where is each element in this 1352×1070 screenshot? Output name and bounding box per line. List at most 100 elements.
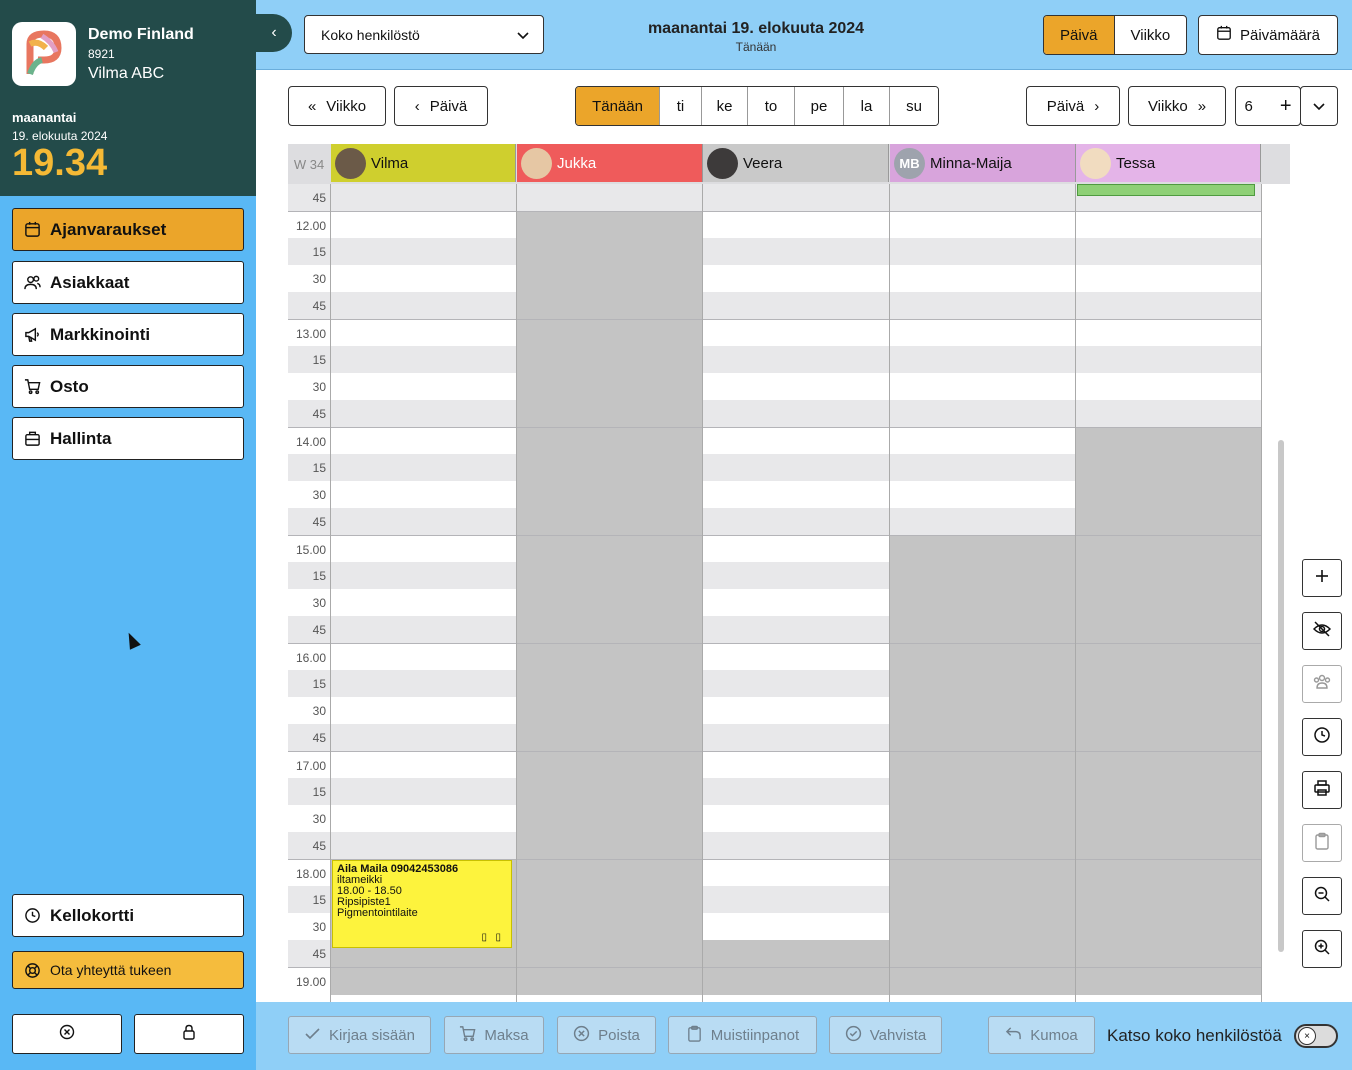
time-slot[interactable] <box>1076 454 1261 481</box>
notes-button[interactable]: Muistiinpanot <box>668 1016 817 1054</box>
timecard-button[interactable]: Kellokortti <box>12 894 244 937</box>
time-slot[interactable] <box>331 536 516 563</box>
time-slot[interactable] <box>1076 697 1261 724</box>
time-slot[interactable] <box>331 670 516 697</box>
time-slot[interactable] <box>1076 913 1261 940</box>
time-slot[interactable] <box>1076 644 1261 671</box>
time-slot[interactable] <box>1076 752 1261 779</box>
time-slot[interactable] <box>703 428 889 455</box>
time-slot[interactable] <box>890 832 1076 859</box>
nav-ajanvaraukset[interactable]: Ajanvaraukset <box>12 208 244 251</box>
time-slot[interactable] <box>331 832 516 859</box>
time-slot[interactable] <box>703 616 889 643</box>
day-to[interactable]: to <box>747 87 794 125</box>
time-slot[interactable] <box>703 670 889 697</box>
time-slot[interactable] <box>703 508 889 535</box>
time-slot[interactable] <box>703 346 889 373</box>
time-slot[interactable] <box>517 428 703 455</box>
time-slot[interactable] <box>890 400 1076 427</box>
time-slot[interactable] <box>331 212 516 239</box>
time-slot[interactable] <box>517 644 703 671</box>
time-slot[interactable] <box>1076 724 1261 751</box>
time-slot[interactable] <box>703 373 889 400</box>
time-slot[interactable] <box>1076 292 1261 319</box>
time-slot[interactable] <box>331 724 516 751</box>
time-slot[interactable] <box>1076 886 1261 913</box>
time-slot[interactable] <box>517 832 703 859</box>
time-slot[interactable] <box>890 860 1076 887</box>
checkin-button[interactable]: Kirjaa sisään <box>288 1016 431 1054</box>
time-slot[interactable] <box>517 616 703 643</box>
time-slot[interactable] <box>331 346 516 373</box>
time-slot[interactable] <box>517 860 703 887</box>
time-slot[interactable] <box>517 562 703 589</box>
time-slot[interactable] <box>1076 968 1261 995</box>
time-slot[interactable] <box>331 428 516 455</box>
staff-column-minna-maija[interactable]: MB Minna-Maija <box>890 144 1076 182</box>
time-slot[interactable] <box>517 886 703 913</box>
time-slot[interactable] <box>517 589 703 616</box>
time-slot[interactable] <box>703 454 889 481</box>
time-slot[interactable] <box>517 238 703 265</box>
time-slot[interactable] <box>890 346 1076 373</box>
nav-osto[interactable]: Osto <box>12 365 244 408</box>
time-slot[interactable] <box>517 913 703 940</box>
time-slot[interactable] <box>517 968 703 995</box>
time-slot[interactable] <box>331 320 516 347</box>
delete-button[interactable]: Poista <box>557 1016 656 1054</box>
time-slot[interactable] <box>517 536 703 563</box>
group-button[interactable] <box>1302 665 1342 703</box>
time-slot[interactable] <box>890 292 1076 319</box>
time-slot[interactable] <box>517 805 703 832</box>
time-slot[interactable] <box>331 968 516 995</box>
view-day-button[interactable]: Päivä <box>1044 16 1114 54</box>
staff-column-veera[interactable]: Veera <box>703 144 889 182</box>
time-slot[interactable] <box>703 752 889 779</box>
time-slot[interactable] <box>1076 670 1261 697</box>
time-slot[interactable] <box>331 400 516 427</box>
prev-day-button[interactable]: ‹ Päivä <box>394 86 488 126</box>
time-slot[interactable] <box>703 292 889 319</box>
hide-button[interactable] <box>1302 612 1342 650</box>
time-slot[interactable] <box>890 536 1076 563</box>
time-slot[interactable] <box>331 292 516 319</box>
time-slot[interactable] <box>890 968 1076 995</box>
time-slot[interactable] <box>890 752 1076 779</box>
nav-asiakkaat[interactable]: Asiakkaat <box>12 261 244 304</box>
time-slot[interactable] <box>517 454 703 481</box>
time-slot[interactable] <box>331 562 516 589</box>
time-slot[interactable] <box>517 508 703 535</box>
time-slot[interactable] <box>890 940 1076 967</box>
time-slot[interactable] <box>1076 616 1261 643</box>
time-slot[interactable] <box>890 184 1076 211</box>
time-slot[interactable] <box>890 697 1076 724</box>
time-slot[interactable] <box>1076 265 1261 292</box>
nav-markkinointi[interactable]: Markkinointi <box>12 313 244 356</box>
time-slot[interactable] <box>703 886 889 913</box>
print-button[interactable] <box>1302 771 1342 809</box>
time-slot[interactable] <box>890 886 1076 913</box>
time-slot[interactable] <box>890 616 1076 643</box>
nav-hallinta[interactable]: Hallinta <box>12 417 244 460</box>
time-slot[interactable] <box>1076 373 1261 400</box>
time-slot[interactable] <box>1076 832 1261 859</box>
time-slot[interactable] <box>331 265 516 292</box>
add-appointment-button[interactable] <box>1302 559 1342 597</box>
time-slot[interactable] <box>890 238 1076 265</box>
staff-column-jukka[interactable]: Jukka <box>517 144 703 182</box>
see-all-staff-toggle[interactable]: × <box>1294 1024 1338 1048</box>
time-slot[interactable] <box>890 913 1076 940</box>
pay-button[interactable]: Maksa <box>444 1016 544 1054</box>
time-slot[interactable] <box>890 805 1076 832</box>
time-slot[interactable] <box>890 562 1076 589</box>
history-button[interactable] <box>1302 718 1342 756</box>
time-slot[interactable] <box>703 265 889 292</box>
calendar-scrollbar[interactable] <box>1278 440 1284 952</box>
time-slot[interactable] <box>517 724 703 751</box>
support-button[interactable]: Ota yhteyttä tukeen <box>12 951 244 989</box>
time-slot[interactable] <box>890 508 1076 535</box>
day-ti[interactable]: ti <box>659 87 701 125</box>
day-today[interactable]: Tänään <box>576 87 659 125</box>
staff-column-tessa[interactable]: Tessa <box>1076 144 1261 182</box>
time-slot[interactable] <box>331 508 516 535</box>
